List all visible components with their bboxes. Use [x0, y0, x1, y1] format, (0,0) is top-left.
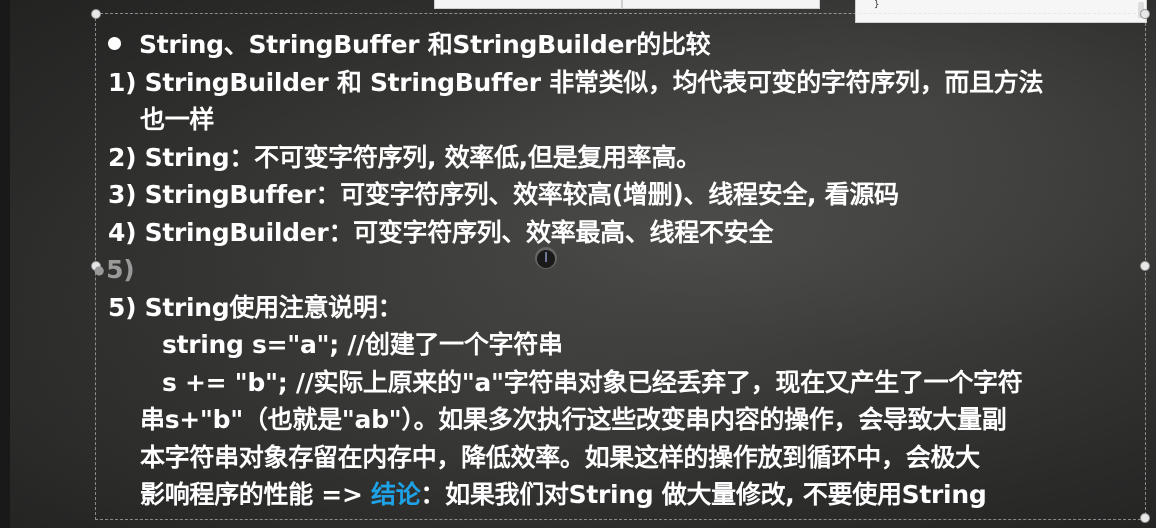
item2: 2) String：不可变字符序列, 效率低,但是复用率高。	[108, 142, 701, 172]
paragraph-line3-suffix: ：如果我们对String 做大量修改, 不要使用String	[420, 480, 987, 509]
bullet-line: String、StringBuffer 和StringBuilder的比较	[108, 26, 1138, 64]
paragraph-line3-prefix: 影响程序的性能 =>	[140, 480, 372, 509]
left-edge-strip	[0, 0, 10, 528]
code-line2: s += "b"; //实际上原来的"a"字符串对象已经丢弃了，现在又产生了一个…	[162, 367, 1023, 397]
item5-placeholder: ●5)	[94, 255, 135, 284]
slide-text-content[interactable]: String、StringBuffer 和StringBuilder的比较 1)…	[94, 26, 1138, 514]
paragraph-line3: 影响程序的性能 => 结论：如果我们对String 做大量修改, 不要使用Str…	[108, 476, 1138, 514]
paragraph-line1: 串s+"b"（也就是"ab"）。如果多次执行这些改变串内容的操作，会导致大量副	[140, 405, 1007, 434]
item3: 3) StringBuffer：可变字符序列、效率较高(增删)、线程安全, 看源…	[108, 180, 899, 209]
resize-handle-middle-right[interactable]	[1140, 261, 1150, 271]
resize-handle-top-left[interactable]	[91, 9, 101, 19]
resize-handle-top-right[interactable]	[1140, 9, 1150, 19]
code-line1: string s="a"; //创建了一个字符串	[162, 330, 563, 359]
bullet-title: String、StringBuffer 和StringBuilder的比较	[139, 30, 711, 59]
resize-handle-bottom-right[interactable]	[1140, 513, 1150, 523]
editor-thumbnail-left[interactable]	[434, 0, 622, 9]
bullet-dot-icon	[108, 37, 121, 50]
conclusion-label: 结论	[371, 480, 421, 509]
thumbnail-code-text: }	[874, 0, 880, 10]
text-cursor-icon: I	[535, 247, 557, 269]
item1-line1: 1) StringBuilder 和 StringBuffer 非常类似，均代表…	[108, 67, 1044, 97]
paragraph-line2: 本字符串对象存留在内存中，降低效率。如果这样的操作放到循环中，会极大	[140, 442, 980, 472]
item1-line2: 也一样	[140, 105, 215, 134]
item5-title: 5) String使用注意说明：	[108, 292, 403, 322]
item4: 4) StringBuilder：可变字符序列、效率最高、线程不安全	[108, 217, 774, 247]
editor-thumbnail-middle[interactable]	[622, 0, 820, 9]
